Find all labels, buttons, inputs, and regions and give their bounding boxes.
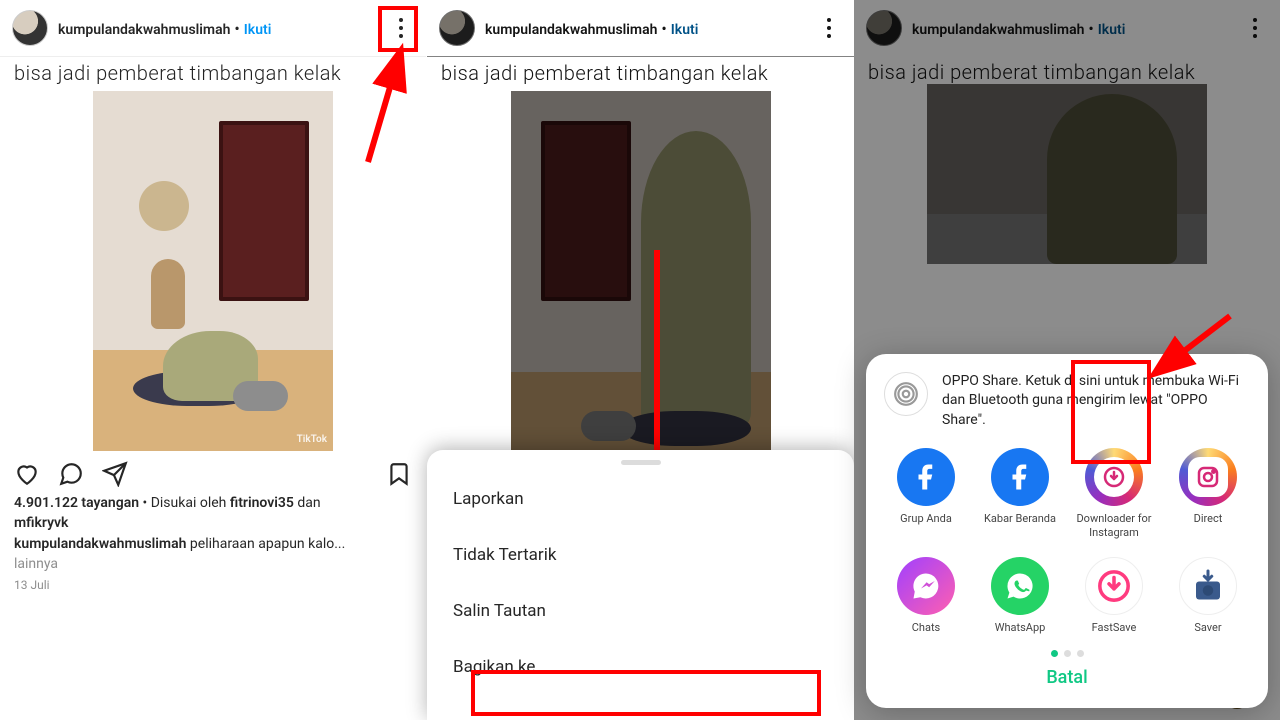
post-header: kumpulandakwahmuslimah • Ikuti (0, 0, 426, 57)
tiktok-watermark: TikTok (297, 434, 327, 445)
liker-2[interactable]: mfikryvk (14, 515, 68, 531)
share-whatsapp[interactable]: WhatsApp (978, 557, 1062, 634)
panel-step2: kumpulandakwahmuslimah • Ikuti bisa jadi… (427, 0, 854, 720)
username[interactable]: kumpulandakwahmuslimah (58, 22, 230, 38)
panel-step1: kumpulandakwahmuslimah • Ikuti bisa jadi… (0, 0, 427, 720)
share-chats[interactable]: Chats (884, 557, 968, 634)
share-direct[interactable]: Direct (1166, 448, 1250, 538)
panel-step3: kumpulandakwahmuslimah • Ikuti bisa jadi… (854, 0, 1280, 720)
option-report[interactable]: Laporkan (427, 471, 854, 527)
more-link[interactable]: lainnya (14, 556, 58, 572)
sheet-handle[interactable] (621, 460, 661, 465)
share-icon[interactable] (102, 461, 128, 487)
highlight-downloader-app (1071, 360, 1151, 464)
liker-1[interactable]: fitrinovi35 (230, 495, 294, 511)
avatar (439, 10, 475, 46)
share-grid: Grup Anda Kabar Beranda Downloader for I… (884, 448, 1250, 634)
highlight-share-option (471, 670, 821, 716)
post-header-dim: kumpulandakwahmuslimah • Ikuti (427, 0, 854, 57)
highlight-more-button (378, 6, 418, 52)
comment-icon[interactable] (58, 461, 84, 487)
follow-link[interactable]: Ikuti (244, 22, 272, 38)
post-media[interactable]: TikTok (93, 91, 333, 451)
like-icon[interactable] (14, 461, 40, 487)
share-fastsave[interactable]: FastSave (1072, 557, 1156, 634)
arrow-to-more (360, 52, 420, 176)
view-count: 4.901.122 tayangan (14, 495, 139, 511)
follow-link: Ikuti (671, 22, 699, 38)
cancel-button[interactable]: Batal (884, 667, 1250, 688)
post-actions (0, 451, 426, 493)
option-copy-link[interactable]: Salin Tautan (427, 583, 854, 639)
oppo-share-icon (884, 372, 928, 416)
share-fb-group[interactable]: Grup Anda (884, 448, 968, 538)
post-caption-top: bisa jadi pemberat timbangan kelak (427, 57, 854, 91)
bookmark-icon[interactable] (386, 461, 412, 487)
option-not-interested[interactable]: Tidak Tertarik (427, 527, 854, 583)
system-share-sheet: OPPO Share. Ketuk di sini untuk membuka … (866, 354, 1268, 708)
separator: • (230, 19, 243, 38)
share-fb-feed[interactable]: Kabar Beranda (978, 448, 1062, 538)
avatar[interactable] (12, 10, 48, 46)
page-dots (884, 650, 1250, 657)
caption-body: peliharaan apapun kalo... (186, 536, 345, 552)
arrow-to-downloader (1150, 310, 1240, 384)
more-options-button (816, 15, 842, 41)
caption-username[interactable]: kumpulandakwahmuslimah (14, 536, 186, 552)
post-date: 13 Juli (0, 574, 426, 602)
share-saver[interactable]: Saver (1166, 557, 1250, 634)
username: kumpulandakwahmuslimah (485, 22, 657, 38)
post-meta: 4.901.122 tayangan • Disukai oleh fitrin… (0, 493, 426, 574)
